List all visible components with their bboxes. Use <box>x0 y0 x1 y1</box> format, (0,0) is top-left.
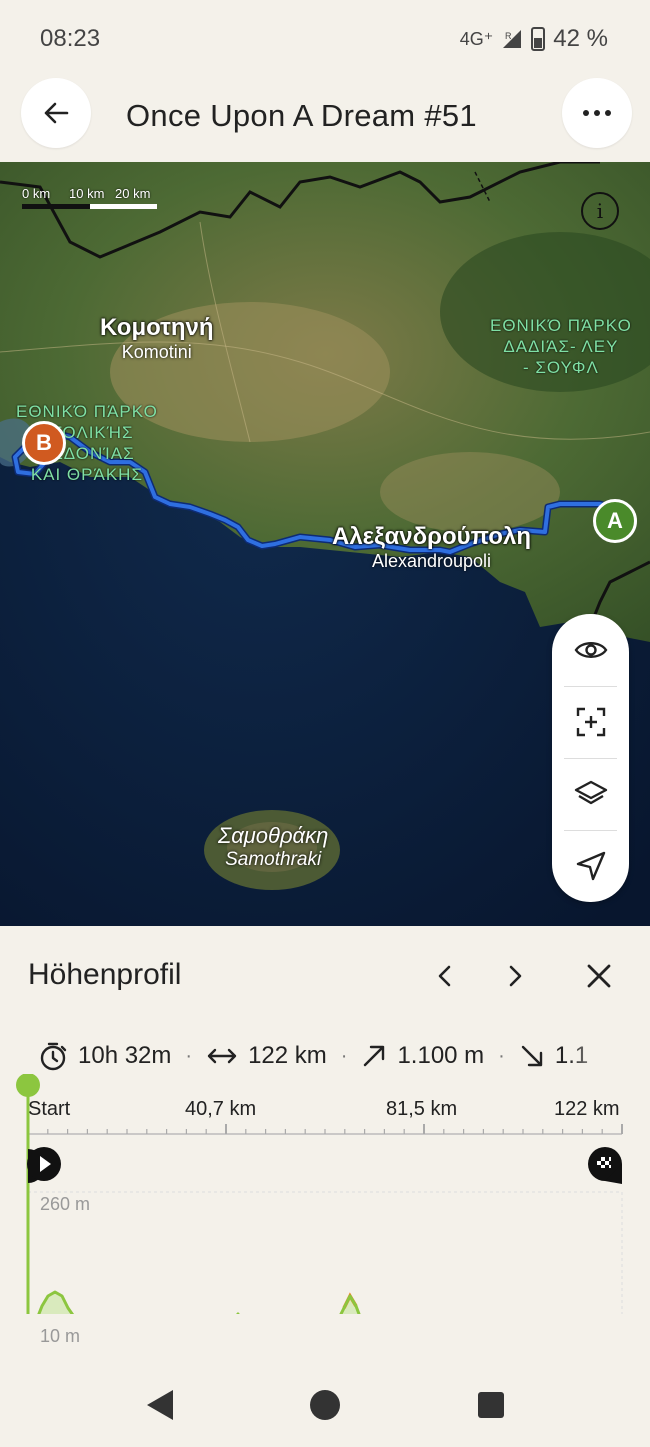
status-time: 08:23 <box>40 25 101 52</box>
info-icon[interactable]: i <box>581 192 619 230</box>
visibility-button[interactable] <box>552 614 629 686</box>
finish-flag-icon <box>588 1147 622 1184</box>
chevron-left-icon <box>438 965 451 987</box>
system-nav-bar <box>0 1366 650 1447</box>
stat-duration-value: 10h 32m <box>78 1042 172 1069</box>
place-komotini: Κομοτηνή Komotini <box>100 314 214 363</box>
stat-duration: 10h 32m <box>38 1041 171 1071</box>
place-komotini-name: Κομοτηνή <box>100 314 214 341</box>
back-triangle-icon[interactable] <box>145 1388 175 1422</box>
place-samothraki: Σαμοθράκη Samothraki <box>218 823 328 871</box>
distance-icon <box>207 1048 237 1064</box>
stats-fade <box>568 1030 618 1078</box>
place-samothraki-name: Σαμοθράκη <box>218 823 329 848</box>
next-button[interactable] <box>495 956 535 996</box>
more-horizontal-icon <box>583 110 611 116</box>
route-start-marker[interactable]: A <box>593 499 637 543</box>
svg-text:R: R <box>505 31 512 41</box>
elevation-label-max: 260 m <box>40 1194 91 1214</box>
recenter-button[interactable] <box>552 686 629 758</box>
separator-dot: · <box>185 1044 193 1067</box>
ascent-arrow-icon <box>364 1045 385 1067</box>
place-samothraki-latin: Samothraki <box>225 849 322 870</box>
place-alexandroupoli-latin: Alexandroupoli <box>371 551 492 571</box>
signal-icon: R <box>503 30 522 48</box>
chevron-right-icon <box>509 965 522 987</box>
place-alexandroupoli: Αλεξανδρούπολη Alexandroupoli <box>332 523 531 572</box>
page-title: Once Upon A Dream #51 <box>126 98 477 133</box>
top-app-bar: Once Upon A Dream #51 <box>0 76 650 162</box>
separator-dot: · <box>498 1044 505 1067</box>
stat-ascent: 1.100 m <box>361 1042 484 1070</box>
elevation-chart[interactable] <box>0 1074 650 1314</box>
elevation-panel: Höhenprofil 10h 32m · 122 km · 1.100 m ·… <box>0 926 650 1366</box>
app-root: 08:23 4G⁺ R 42 % Once Upon A Dream #51 0… <box>0 0 650 1447</box>
park-east-line: ΕΘΝΙΚΌ ΠΆΡΚΟ <box>490 316 632 335</box>
stat-distance-value: 122 km <box>248 1042 327 1069</box>
scale-label-20: 20 km <box>115 186 151 201</box>
park-dadia-label: ΕΘΝΙΚΌ ΠΆΡΚΟ ΔΑΔΙΆΣ- ΛΕΥ - ΣΟΥΦΛ <box>490 315 632 378</box>
park-east-line: ΔΑΔΙΆΣ- ΛΕΥ <box>503 337 619 356</box>
more-options-button[interactable] <box>562 78 632 148</box>
place-komotini-latin: Komotini <box>121 342 192 362</box>
tour-stats: 10h 32m · 122 km · 1.100 m · <box>38 1038 618 1074</box>
start-flag-icon <box>27 1147 61 1183</box>
route-end-marker[interactable]: B <box>22 421 66 465</box>
close-button[interactable] <box>579 956 619 996</box>
stat-ascent-value: 1.100 m <box>397 1042 485 1069</box>
map-view[interactable]: 0 km 10 km 20 km i Κομοτηνή Komotini ΕΘΝ… <box>0 162 650 926</box>
status-indicators: 4G⁺ R 42 % <box>460 25 608 53</box>
arrow-left-icon <box>44 102 69 124</box>
home-circle-icon[interactable] <box>309 1388 341 1422</box>
elevation-label-min: 10 m <box>40 1326 81 1346</box>
previous-button[interactable] <box>425 956 465 996</box>
separator-dot: · <box>340 1044 348 1067</box>
layers-button[interactable] <box>552 758 629 830</box>
stopwatch-icon <box>40 1042 67 1071</box>
network-type: 4G⁺ <box>459 28 494 49</box>
battery-icon <box>531 27 546 51</box>
recents-square-icon[interactable] <box>477 1388 505 1422</box>
battery-level: 42 % <box>553 25 608 52</box>
navigate-icon <box>576 851 605 881</box>
close-icon <box>587 964 611 988</box>
elevation-title: Höhenprofil <box>28 958 182 991</box>
eye-icon <box>574 642 607 658</box>
layers-icon <box>574 780 607 805</box>
back-button[interactable] <box>21 78 91 148</box>
park-west-line: ΚΑΙ ΘΡΆΚΗΣ <box>30 465 143 484</box>
scale-label-10: 10 km <box>69 186 105 201</box>
status-bar: 08:23 4G⁺ R 42 % <box>0 0 650 76</box>
park-west-line: ΕΘΝΙΚΌ ΠΆΡΚΟ <box>16 402 158 421</box>
map-tools-panel <box>552 614 629 902</box>
scale-label-0: 0 km <box>22 186 51 201</box>
place-alexandroupoli-name: Αλεξανδρούπολη <box>332 523 531 550</box>
stat-distance: 122 km <box>206 1042 327 1070</box>
navigate-button[interactable] <box>552 830 629 902</box>
park-east-line: - ΣΟΥΦΛ <box>522 358 599 377</box>
descent-arrow-icon <box>521 1045 543 1067</box>
recenter-icon <box>576 707 605 737</box>
